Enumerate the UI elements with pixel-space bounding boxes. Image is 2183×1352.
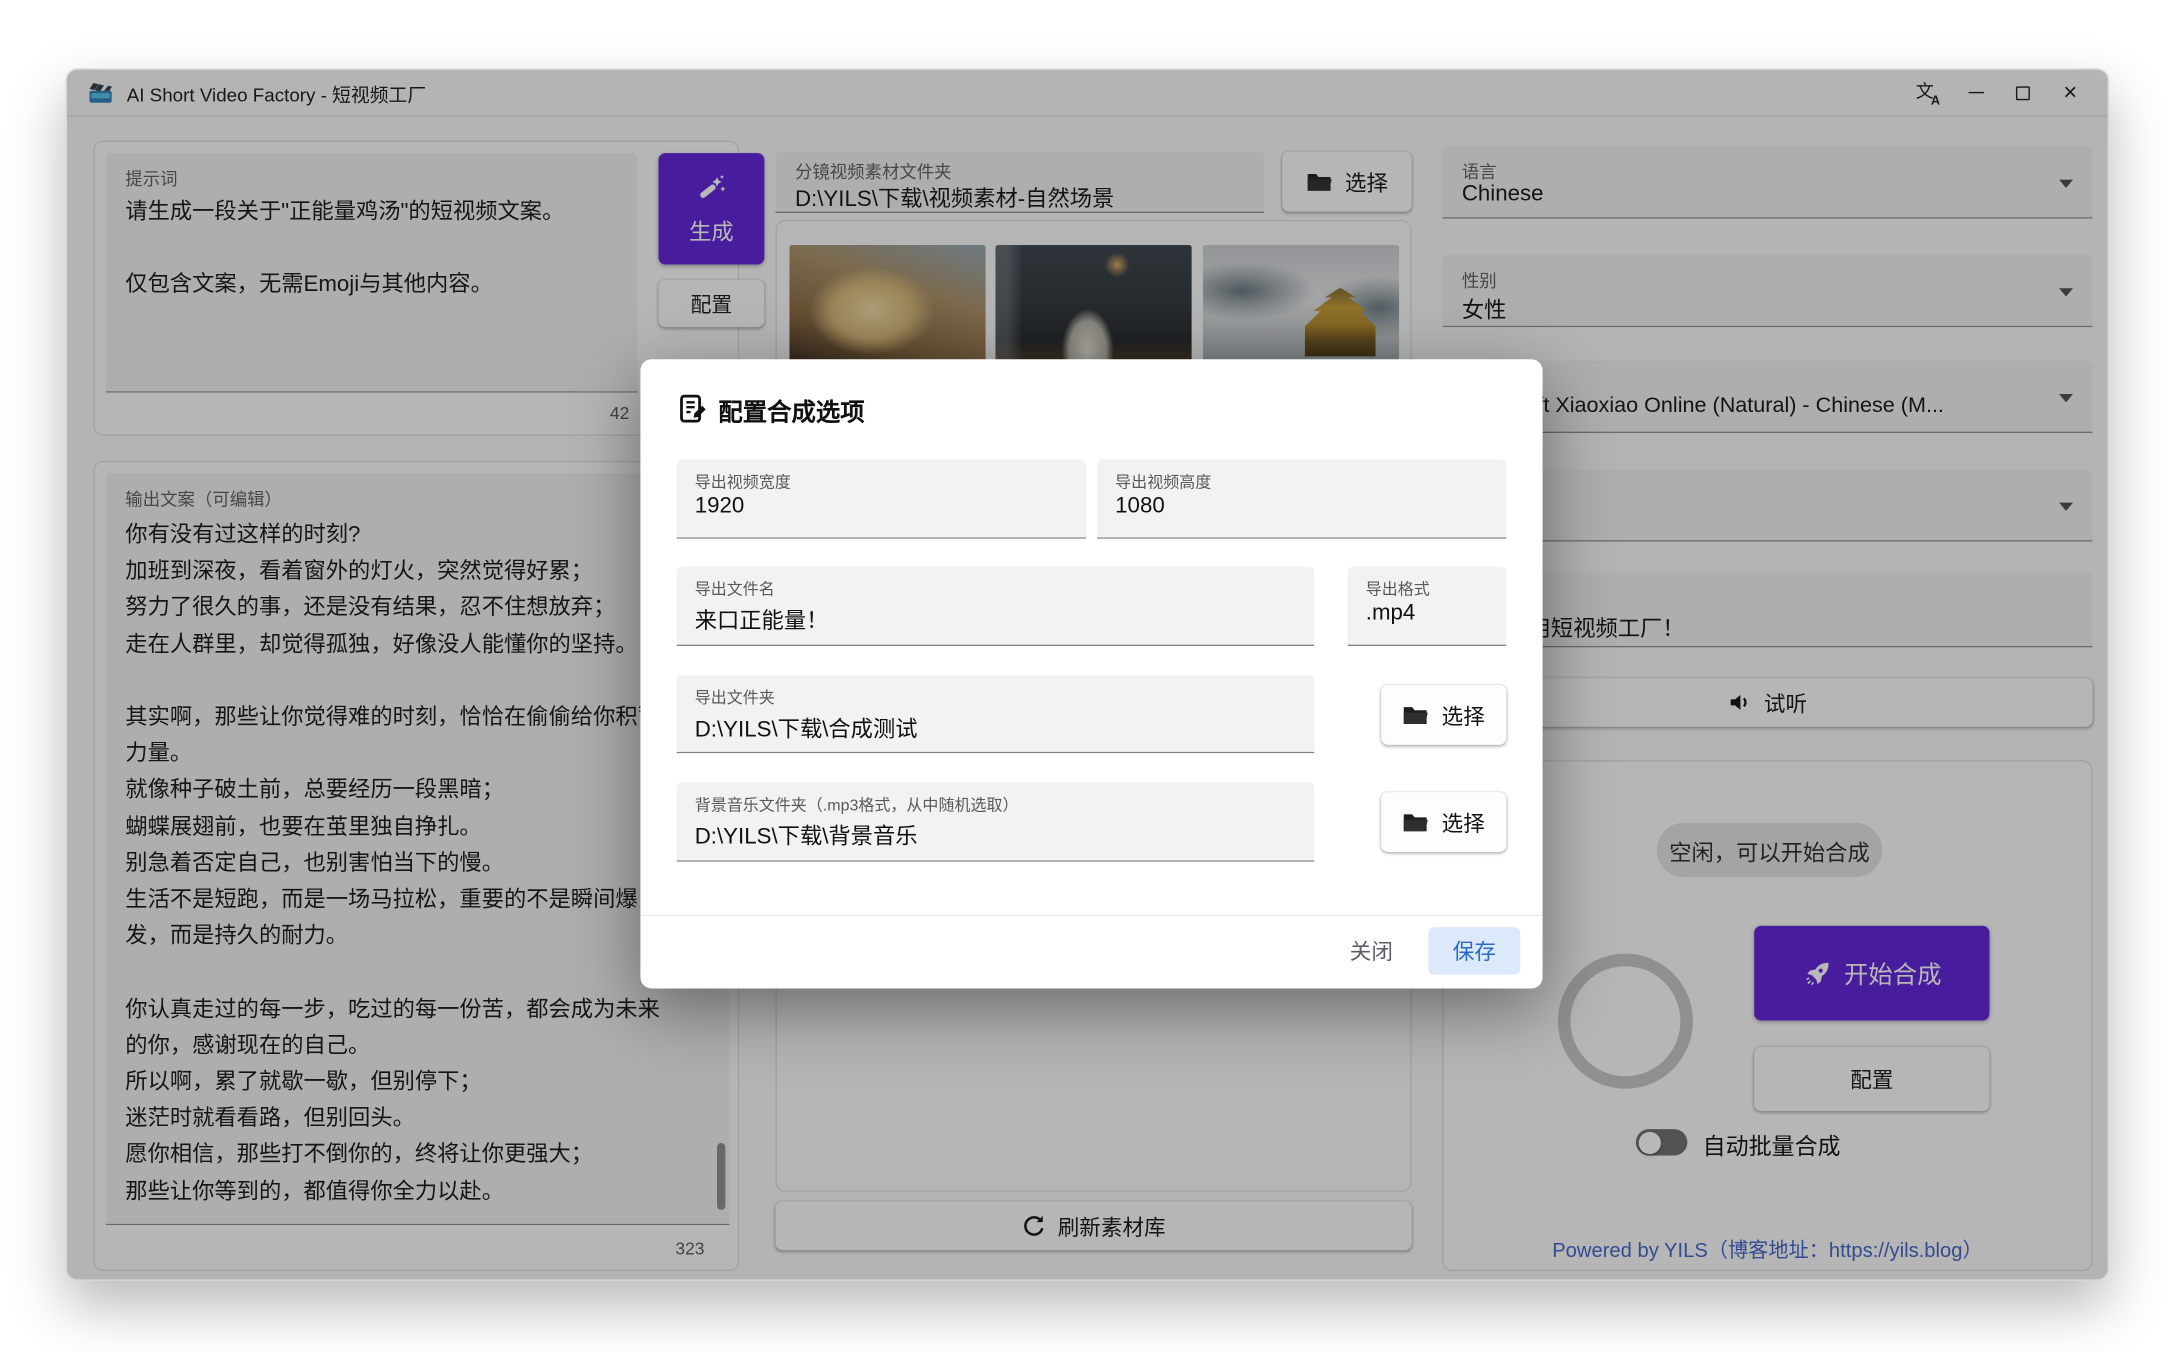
folder-icon [1403,811,1429,833]
bgm-folder-field[interactable]: 背景音乐文件夹（.mp3格式，从中随机选取） D:\YILS\下载\背景音乐 [677,782,1315,861]
export-filename-field[interactable]: 导出文件名 来口正能量！ [677,567,1315,646]
dialog-save-label: 保存 [1453,936,1496,967]
dialog-save-button[interactable]: 保存 [1428,927,1520,974]
folder-icon [1403,704,1429,726]
export-filename-label: 导出文件名 [695,578,775,600]
synthesis-options-dialog: 配置合成选项 导出视频宽度 1920 导出视频高度 1080 导出文件名 来口正… [640,359,1542,988]
dialog-title: 配置合成选项 [718,394,864,429]
export-folder-select-label: 选择 [1442,700,1485,731]
bgm-folder-label: 背景音乐文件夹（.mp3格式，从中随机选取） [695,794,1019,816]
export-width-label: 导出视频宽度 [695,471,791,493]
export-folder-label: 导出文件夹 [695,686,775,708]
export-height-field[interactable]: 导出视频高度 1080 [1097,459,1506,538]
export-format-label: 导出格式 [1366,578,1430,600]
dialog-close-button[interactable]: 关闭 [1325,927,1417,974]
export-height-label: 导出视频高度 [1115,471,1211,493]
dialog-footer-divider [640,915,1542,916]
export-height-value: 1080 [1115,494,1165,519]
export-folder-value: D:\YILS\下载\合成测试 [695,710,918,743]
export-width-value: 1920 [695,494,745,519]
screen: AI Short Video Factory - 短视频工厂 文 A × 提示词… [0,0,2183,1352]
document-edit-icon [677,393,710,426]
export-format-field[interactable]: 导出格式 .mp4 [1348,567,1507,646]
export-width-field[interactable]: 导出视频宽度 1920 [677,459,1086,538]
bgm-folder-select-label: 选择 [1442,807,1485,838]
export-filename-value: 来口正能量！ [695,601,829,634]
dialog-close-label: 关闭 [1350,936,1393,967]
export-folder-select-button[interactable]: 选择 [1381,685,1506,745]
export-format-value: .mp4 [1366,601,1416,626]
export-folder-field[interactable]: 导出文件夹 D:\YILS\下载\合成测试 [677,675,1315,753]
bgm-folder-select-button[interactable]: 选择 [1381,792,1506,852]
bgm-folder-value: D:\YILS\下载\背景音乐 [695,817,918,850]
